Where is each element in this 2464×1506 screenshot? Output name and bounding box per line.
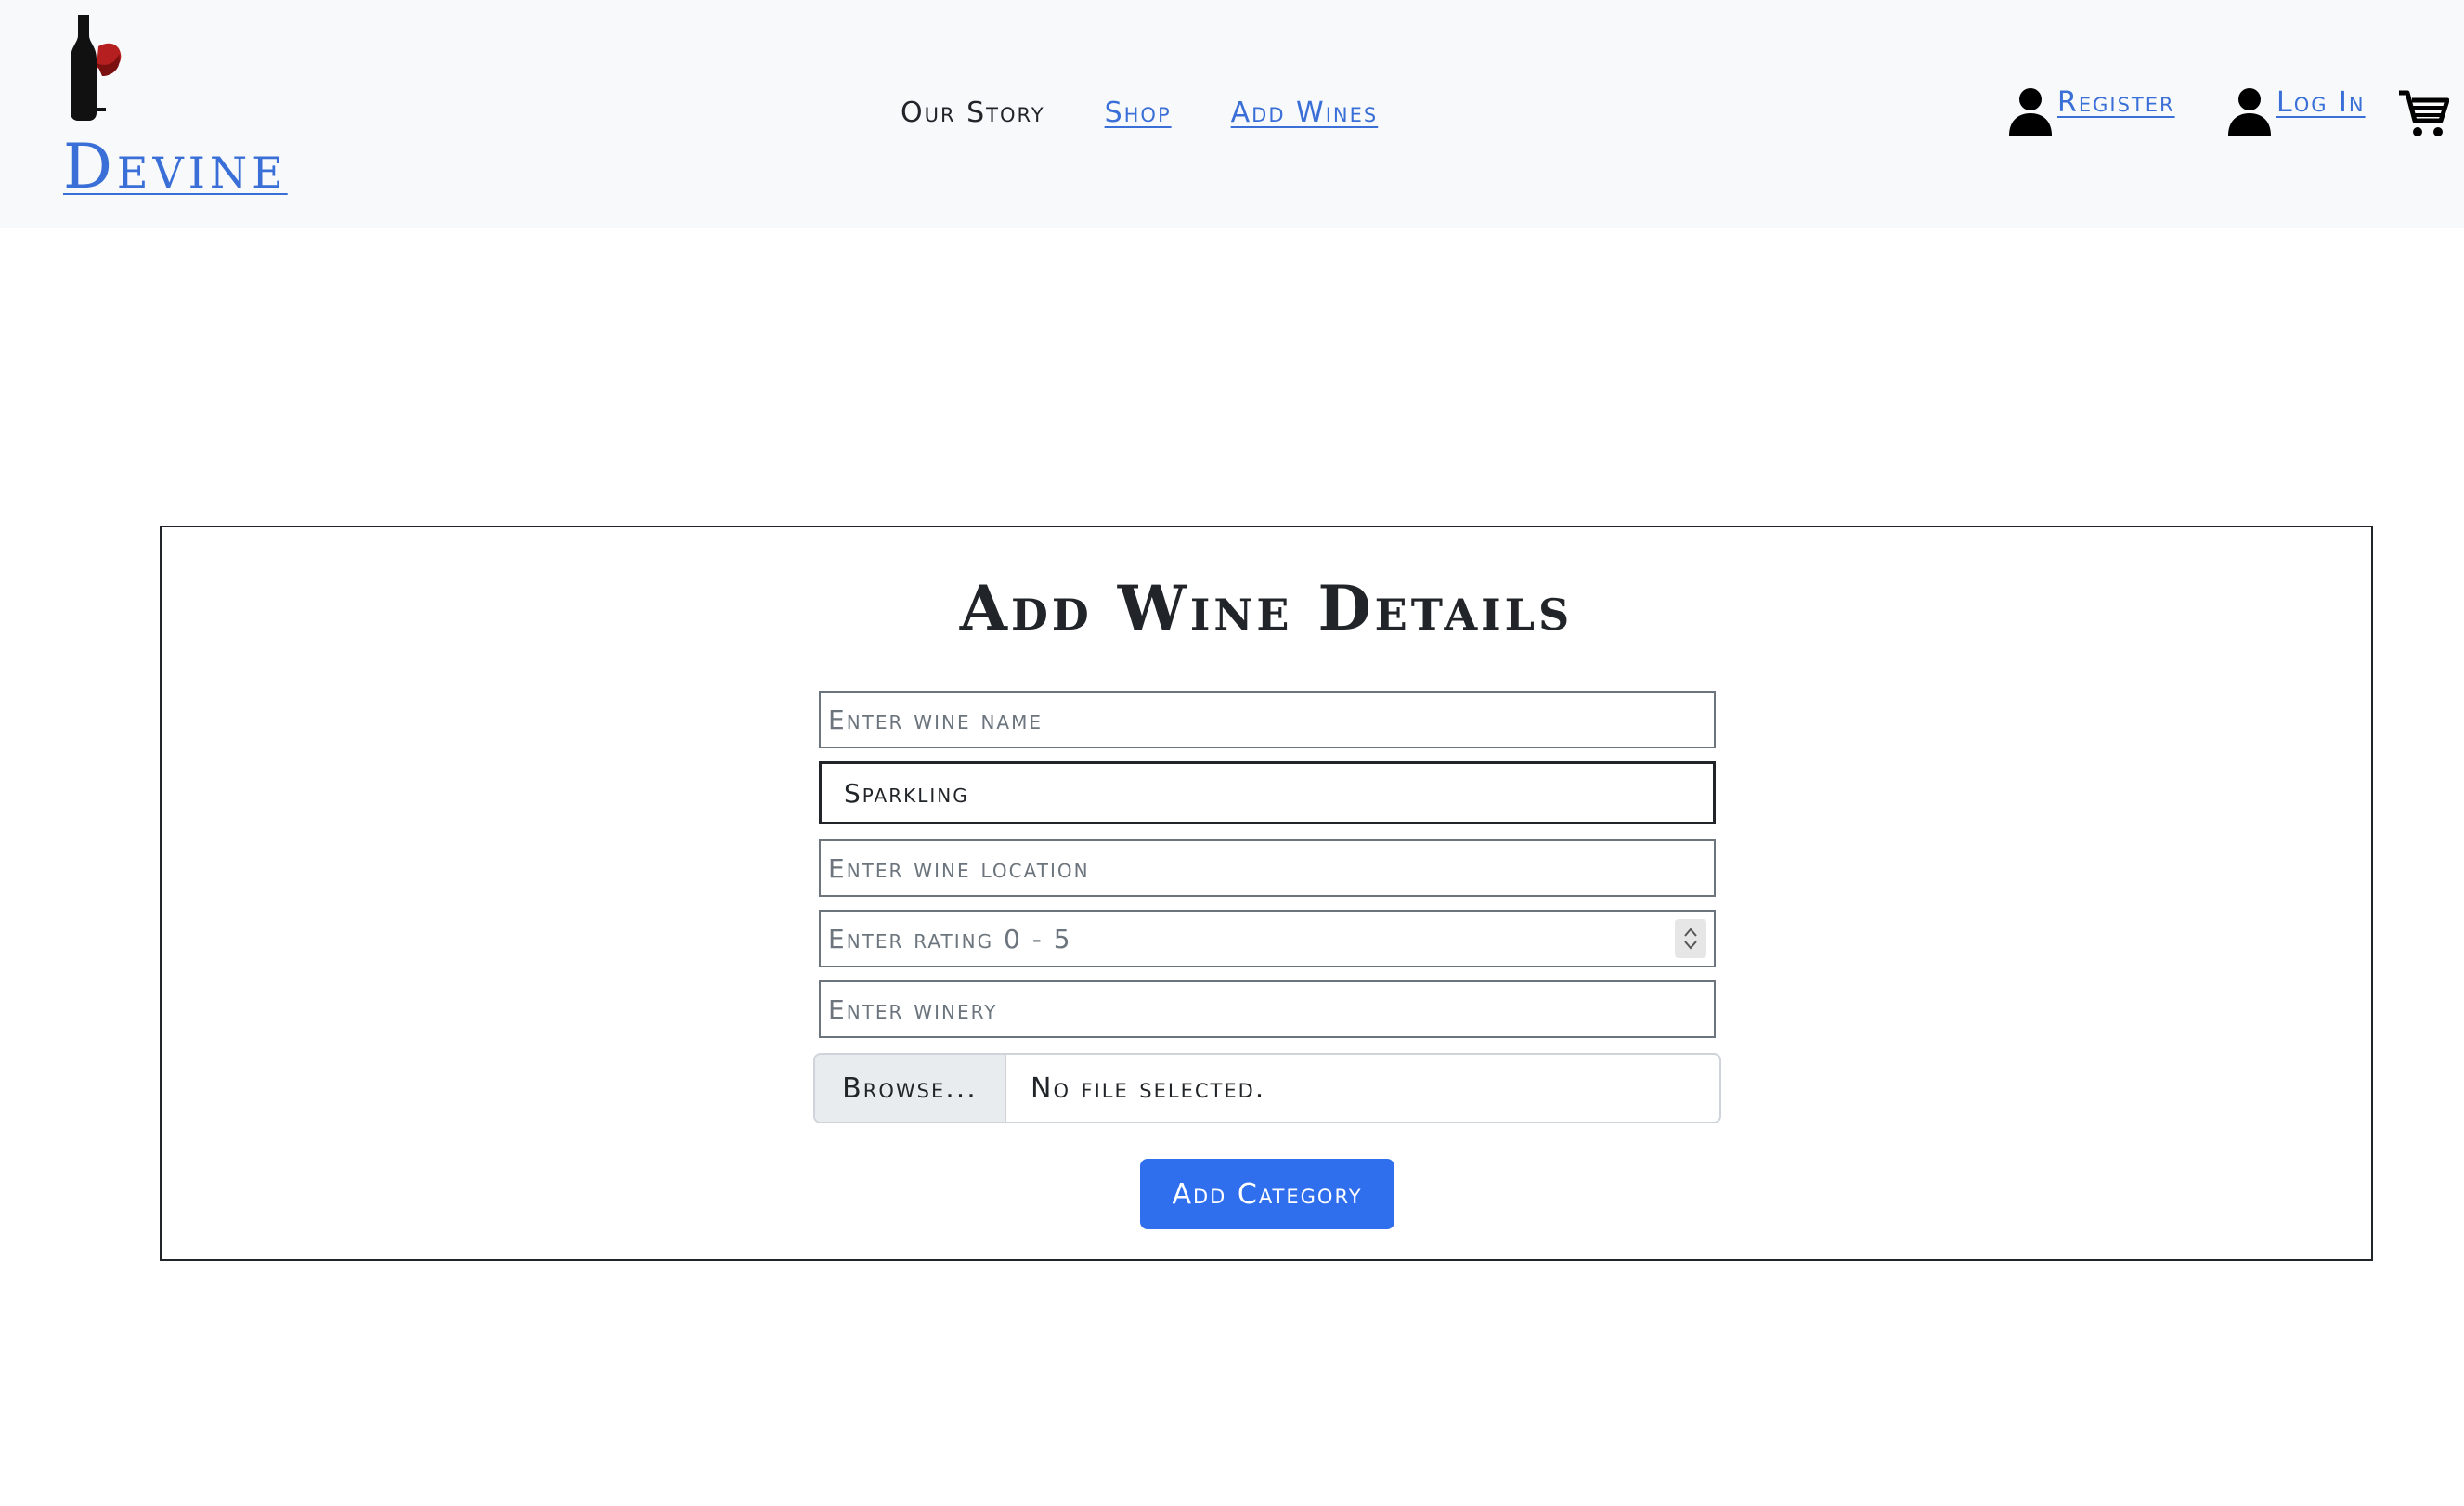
rating-spinner[interactable] (1675, 919, 1706, 958)
shopping-cart-icon[interactable] (2397, 87, 2449, 139)
rating-placeholder: Enter rating 0 - 5 (828, 923, 1072, 954)
chevron-up-icon[interactable] (1681, 926, 1700, 939)
nav-our-story[interactable]: Our Story (901, 95, 1045, 132)
nav-add-wines[interactable]: Add Wines (1231, 95, 1379, 132)
image-file-input[interactable]: Browse... No file selected. (813, 1053, 1721, 1123)
site-header: Devine Our Story Shop Add Wines Register… (0, 0, 2464, 228)
add-category-button[interactable]: Add Category (1140, 1159, 1394, 1229)
register-link[interactable]: Register (2005, 85, 2175, 136)
file-status: No file selected. (1031, 1071, 1266, 1105)
nav-shop[interactable]: Shop (1105, 95, 1172, 132)
wine-location-input[interactable]: Enter wine location (819, 839, 1716, 897)
winery-input[interactable]: Enter winery (819, 980, 1716, 1038)
browse-button[interactable]: Browse... (815, 1055, 1006, 1122)
user-icon (2009, 88, 2052, 136)
wine-name-input[interactable]: Enter wine name (819, 691, 1716, 748)
register-label: Register (2057, 86, 2175, 119)
login-label: Log In (2276, 86, 2366, 119)
login-link[interactable]: Log In (2224, 85, 2366, 136)
add-wine-card: Add Wine Details Enter wine name Sparkli… (160, 526, 2373, 1261)
brand-link[interactable]: Devine (63, 130, 288, 204)
wine-category-select[interactable]: Sparkling (819, 761, 1716, 824)
user-icon (2228, 88, 2271, 136)
main-nav: Our Story Shop Add Wines (901, 95, 1378, 132)
rating-number-input[interactable]: Enter rating 0 - 5 (819, 910, 1716, 967)
page-title: Add Wine Details (959, 572, 1574, 644)
wine-bottle-logo-icon[interactable] (65, 15, 126, 121)
chevron-down-icon[interactable] (1681, 939, 1700, 952)
